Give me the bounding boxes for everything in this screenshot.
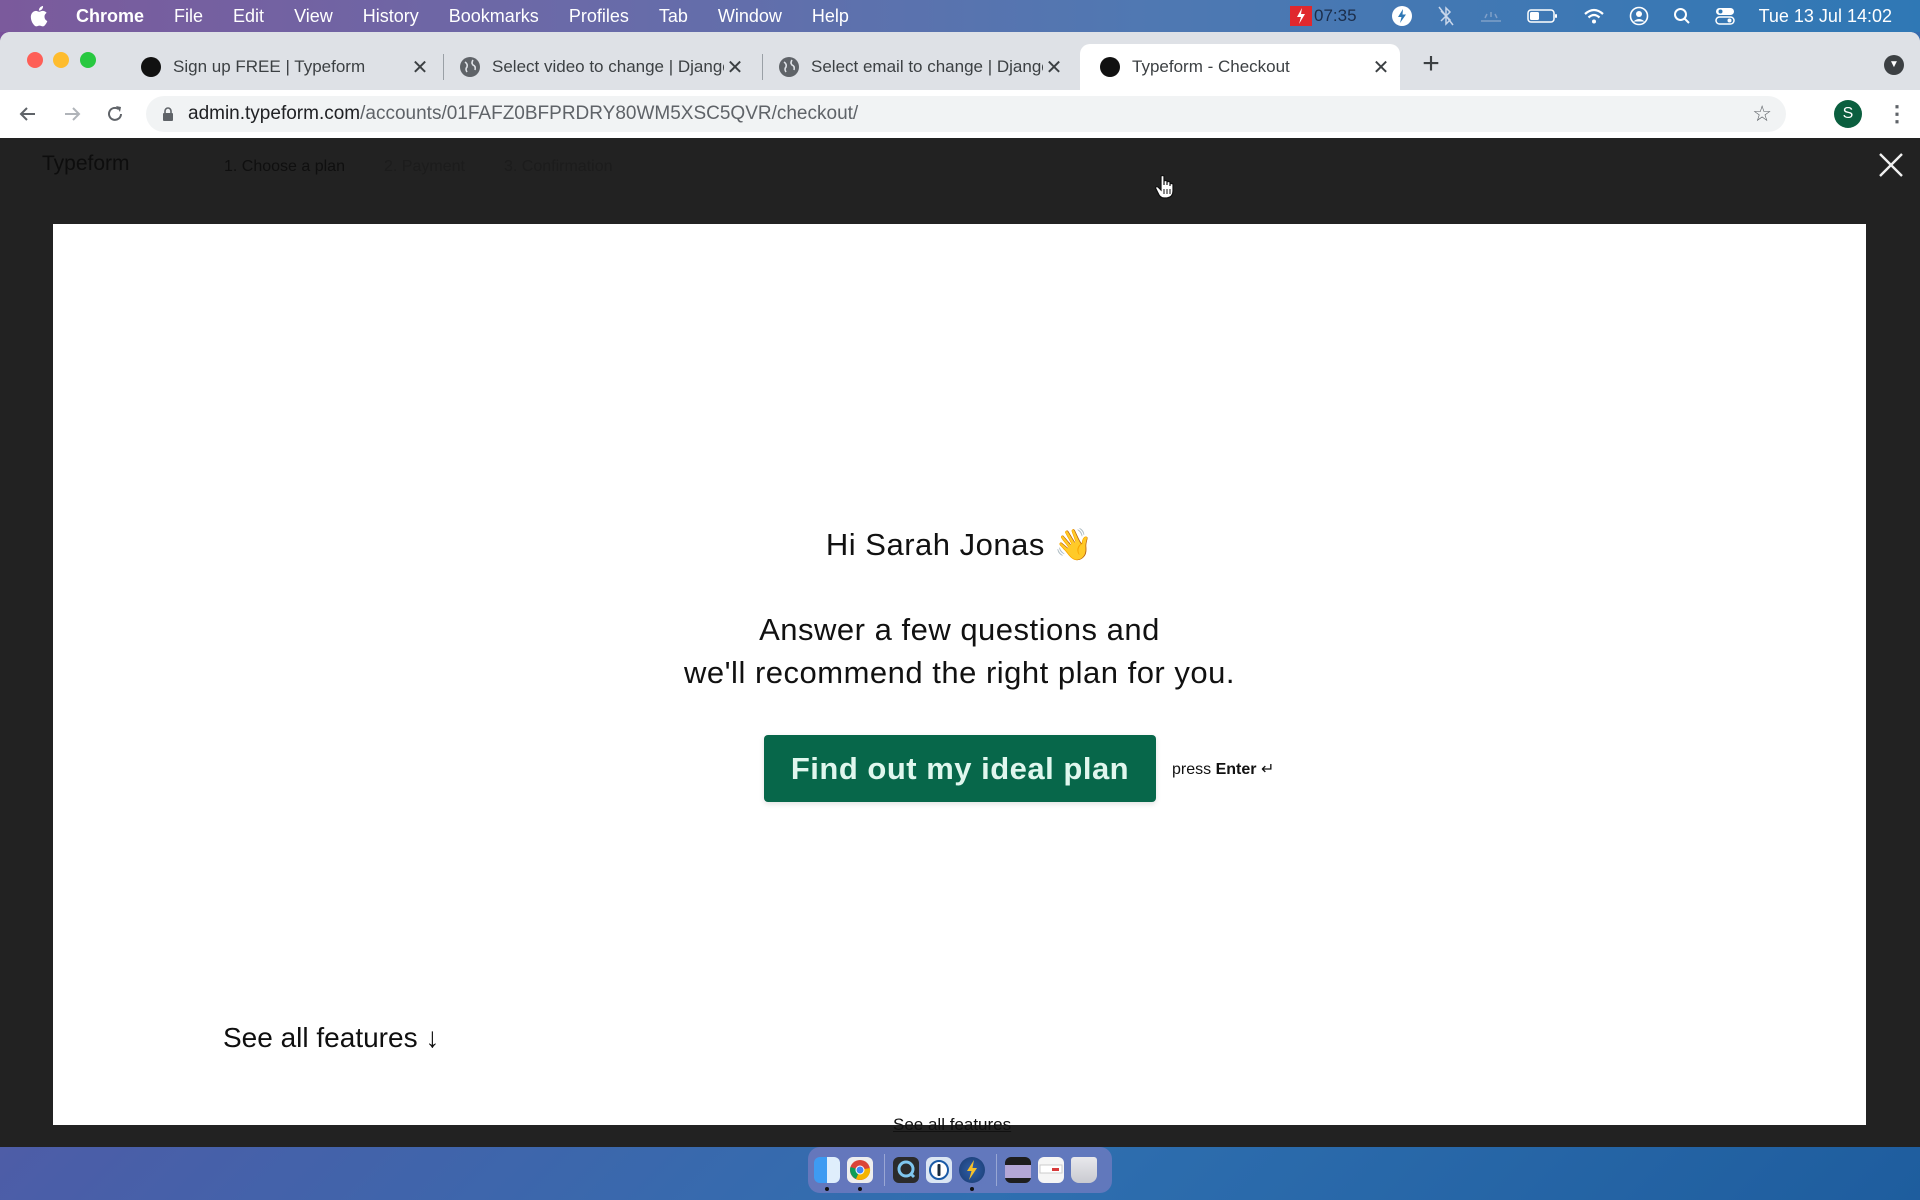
chrome-icon[interactable] <box>847 1157 873 1191</box>
subtitle-line-2: we'll recommend the right plan for you. <box>684 655 1235 690</box>
running-indicator <box>825 1187 829 1191</box>
step-confirmation: 3. Confirmation <box>504 158 613 175</box>
user-account-icon[interactable] <box>1629 6 1649 26</box>
menu-view[interactable]: View <box>294 6 333 27</box>
tab-close-icon[interactable]: ✕ <box>1370 55 1392 80</box>
press-enter-hint: press Enter ↵ <box>1172 759 1274 779</box>
menu-profiles[interactable]: Profiles <box>569 6 629 27</box>
tab-close-icon[interactable]: ✕ <box>1043 55 1065 80</box>
see-all-features-link-small: See all features <box>893 1115 1012 1134</box>
macos-menu-bar: Chrome File Edit View History Bookmarks … <box>0 0 1920 32</box>
menu-bookmarks[interactable]: Bookmarks <box>449 6 539 27</box>
typeform-dot-icon <box>141 57 161 77</box>
tab-select-video[interactable]: Select video to change | Django ✕ <box>440 44 758 90</box>
typeform-dot-icon <box>1100 57 1120 77</box>
reeder-icon[interactable] <box>959 1157 985 1191</box>
window-close-button[interactable] <box>27 52 43 68</box>
window-zoom-button[interactable] <box>80 52 96 68</box>
trash-icon[interactable] <box>1071 1157 1097 1183</box>
address-bar[interactable]: admin.typeform.com/accounts/01FAFZ0BFPRD… <box>146 96 1786 132</box>
modal-subtitle: Answer a few questions and we'll recomme… <box>53 608 1866 694</box>
close-icon[interactable] <box>1874 148 1908 182</box>
chrome-menu-icon[interactable]: ⋮ <box>1886 100 1908 128</box>
cta-row: Find out my ideal plan press Enter ↵ <box>764 735 1274 802</box>
bluetooth-off-icon[interactable] <box>1437 5 1455 27</box>
browser-toolbar: admin.typeform.com/accounts/01FAFZ0BFPRD… <box>0 90 1920 138</box>
globe-icon <box>779 57 799 77</box>
tab-title: Select video to change | Django <box>492 57 724 76</box>
tab-title: Select email to change | Django <box>811 57 1043 76</box>
waving-hand-icon: 👋 <box>1053 527 1094 562</box>
enter-key-icon: ↵ <box>1260 760 1275 778</box>
globe-icon <box>460 57 480 77</box>
timer-status[interactable]: 07:35 <box>1290 6 1357 26</box>
hint-prefix: press <box>1172 760 1212 778</box>
step-payment: 2. Payment <box>384 158 465 175</box>
menu-edit[interactable]: Edit <box>233 6 264 27</box>
apple-logo-icon[interactable] <box>28 5 50 27</box>
spotlight-search-icon[interactable] <box>1673 7 1691 25</box>
forward-button[interactable] <box>56 98 88 130</box>
dock-separator <box>996 1154 997 1186</box>
tab-close-icon[interactable]: ✕ <box>724 55 746 80</box>
menu-history[interactable]: History <box>363 6 419 27</box>
1password-icon[interactable] <box>926 1157 952 1183</box>
back-button[interactable] <box>12 98 44 130</box>
tab-title: Typeform - Checkout <box>1132 57 1290 76</box>
tab-title: Sign up FREE | Typeform <box>173 57 366 76</box>
profile-avatar[interactable]: S <box>1834 100 1862 128</box>
plan-finder-modal: Hi Sarah Jonas 👋 Answer a few questions … <box>53 224 1866 1125</box>
timer-flag-icon <box>1290 6 1313 26</box>
window-minimize-button[interactable] <box>53 52 69 68</box>
tab-close-icon[interactable]: ✕ <box>409 55 431 80</box>
battery-icon[interactable] <box>1526 8 1559 24</box>
preview-window-icon[interactable] <box>1038 1157 1064 1183</box>
wave-icon[interactable] <box>1479 8 1503 24</box>
url-path: /accounts/01FAFZ0BFPRDRY80WM5XSC5QVR/che… <box>360 103 859 124</box>
menu-chrome[interactable]: Chrome <box>76 6 144 27</box>
hand-pointer-cursor-icon <box>1154 174 1176 200</box>
lock-icon[interactable] <box>162 107 174 121</box>
menu-help[interactable]: Help <box>812 6 849 27</box>
menu-tab[interactable]: Tab <box>659 6 688 27</box>
bookmark-star-icon[interactable]: ☆ <box>1752 101 1772 127</box>
new-tab-button[interactable]: + <box>1416 49 1446 80</box>
checkout-page: Typeform 1. Choose a plan 2. Payment 3. … <box>0 138 1920 1147</box>
subtitle-line-1: Answer a few questions and <box>759 612 1160 647</box>
macos-dock <box>808 1147 1112 1193</box>
lightning-icon[interactable] <box>1391 5 1413 27</box>
forward-arrow-icon <box>65 107 81 121</box>
screen-recording-icon[interactable] <box>1005 1157 1031 1183</box>
tab-strip: Sign up FREE | Typeform ✕ Select video t… <box>0 32 1920 90</box>
greeting-text: Hi Sarah Jonas <box>825 527 1045 562</box>
finder-icon[interactable] <box>814 1157 840 1191</box>
dock-separator <box>884 1154 885 1186</box>
tab-select-email[interactable]: Select email to change | Django ✕ <box>759 44 1077 90</box>
control-center-icon[interactable] <box>1714 6 1735 26</box>
checkout-header: Typeform 1. Choose a plan 2. Payment 3. … <box>0 138 1920 192</box>
greeting-heading: Hi Sarah Jonas 👋 <box>53 526 1866 563</box>
running-indicator <box>858 1187 862 1191</box>
chrome-window: Sign up FREE | Typeform ✕ Select video t… <box>0 32 1920 1147</box>
typeform-logo: Typeform <box>42 152 130 175</box>
url-text[interactable]: admin.typeform.com/accounts/01FAFZ0BFPRD… <box>188 103 858 125</box>
tab-typeform-checkout[interactable]: Typeform - Checkout ✕ <box>1080 44 1400 90</box>
timer-value: 07:35 <box>1314 6 1357 25</box>
back-arrow-icon <box>19 107 35 121</box>
running-indicator <box>970 1187 974 1191</box>
see-all-features-link: See all features ↓ <box>223 1022 440 1053</box>
menubar-clock[interactable]: Tue 13 Jul 14:02 <box>1759 6 1892 27</box>
find-ideal-plan-button[interactable]: Find out my ideal plan <box>764 735 1156 802</box>
wifi-icon[interactable] <box>1583 7 1605 25</box>
reload-icon <box>108 106 122 121</box>
menu-window[interactable]: Window <box>718 6 782 27</box>
step-choose-plan: 1. Choose a plan <box>224 158 345 175</box>
tab-signup-typeform[interactable]: Sign up FREE | Typeform ✕ <box>121 44 439 90</box>
hint-key: Enter <box>1215 760 1257 778</box>
tab-search-icon[interactable]: ▼ <box>1884 55 1904 75</box>
quicktime-icon[interactable] <box>893 1157 919 1183</box>
menu-file[interactable]: File <box>174 6 203 27</box>
reload-button[interactable] <box>99 98 131 130</box>
url-host: admin.typeform.com <box>188 103 361 124</box>
